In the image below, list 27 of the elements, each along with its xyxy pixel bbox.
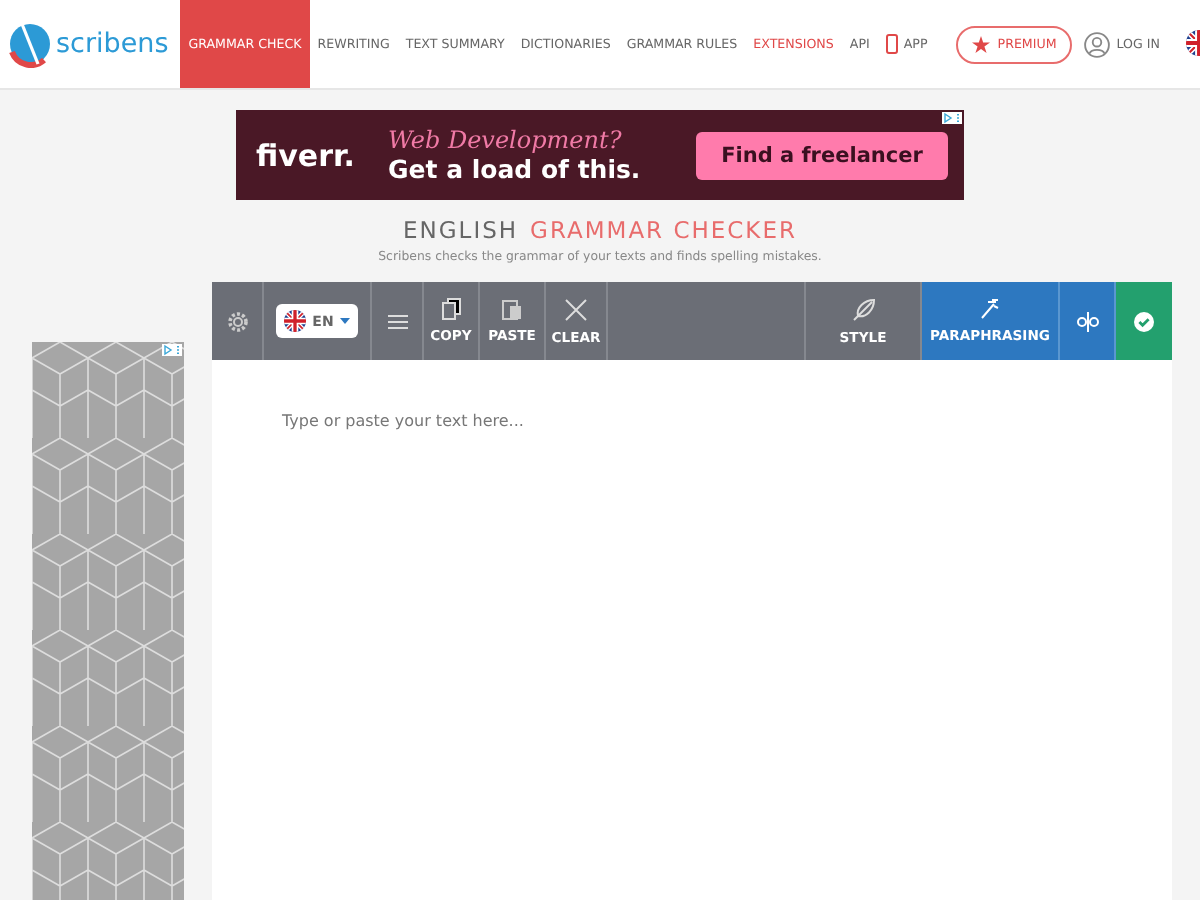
- ad-choices-icon[interactable]: [942, 112, 962, 124]
- star-icon: [971, 35, 990, 53]
- page-title-accent: GRAMMAR CHECKER: [530, 216, 797, 244]
- compare-button[interactable]: [1060, 282, 1116, 360]
- ad-tagline: Get a load of this.: [388, 154, 643, 184]
- logo-icon: [8, 20, 52, 68]
- close-icon: [564, 297, 588, 321]
- feather-icon: [851, 297, 875, 321]
- ad-headline: Web Development?: [388, 126, 624, 154]
- check-icon: [1134, 311, 1154, 331]
- caret-icon: [339, 318, 350, 324]
- split-view-icon: [1075, 311, 1099, 331]
- user-icon: [1084, 31, 1111, 57]
- wand-icon: [980, 298, 1000, 320]
- ad-choices-icon[interactable]: [162, 344, 182, 356]
- settings-icon: [225, 309, 249, 333]
- uk-flag-icon[interactable]: [284, 310, 307, 332]
- clipboard-icon: [502, 298, 522, 320]
- check-button[interactable]: [1116, 282, 1172, 360]
- ad-brand: fiverr.: [256, 137, 357, 173]
- copy-icon: [441, 298, 461, 320]
- logo-text: scribens: [56, 28, 169, 60]
- page-title: ENGLISH: [403, 216, 519, 244]
- ad-cta-button[interactable]: Find a freelancer: [696, 131, 948, 179]
- text-input-field[interactable]: Type or paste your text here...: [212, 360, 1172, 900]
- phone-icon: [885, 34, 898, 54]
- menu-icon: [387, 313, 407, 329]
